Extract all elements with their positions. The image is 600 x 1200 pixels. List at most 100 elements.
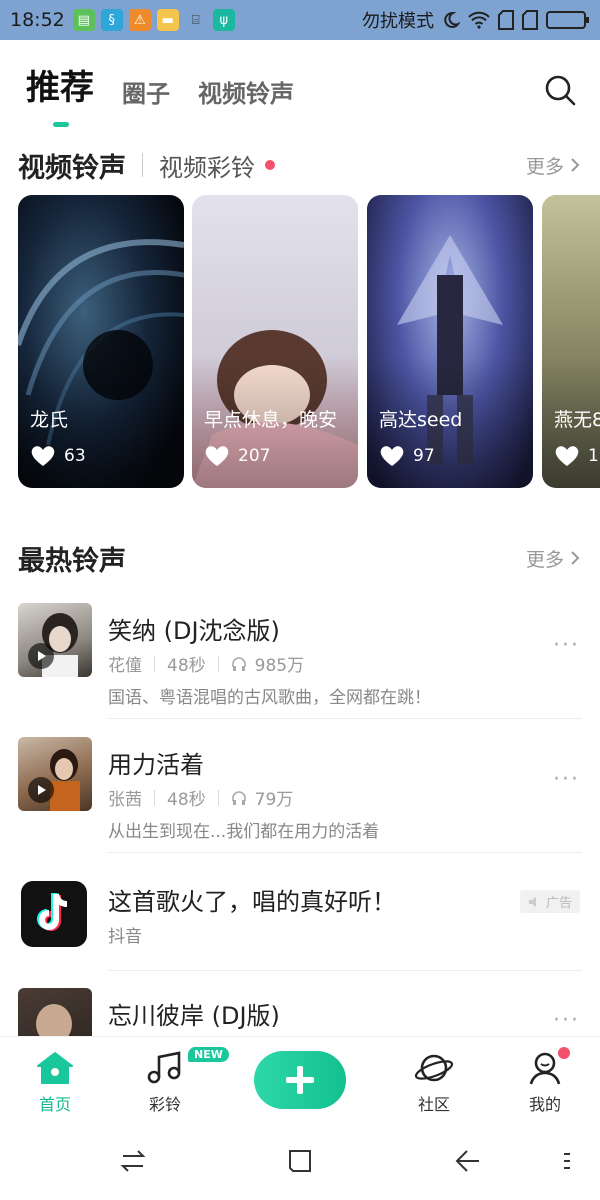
hot-section-header: 最热铃声 更多 (18, 538, 580, 578)
video-card[interactable]: 燕无8 1 (542, 195, 600, 488)
system-nav-bar (0, 1126, 600, 1200)
wifi-icon (468, 11, 490, 29)
song-meta: 花僮 48秒 985万 (108, 651, 304, 676)
notification-dot (265, 160, 275, 170)
song-plays: 79万 (254, 790, 294, 810)
more-options-button[interactable]: ··· (553, 1008, 580, 1033)
card-title: 高达seed (379, 409, 463, 431)
card-likes: 1 (554, 445, 599, 467)
song-title: 用力活着 (108, 751, 204, 779)
heart-icon (555, 446, 579, 466)
app-notification-icon: ▤ (72, 9, 95, 31)
likes-count: 63 (64, 446, 86, 466)
video-card[interactable]: 龙氏 63 (18, 195, 184, 488)
song-description: 从出生到现在...我们都在用力的活着 (108, 822, 380, 842)
moon-icon (442, 11, 460, 29)
song-item[interactable]: 忘川彼岸 (DJ版) ··· (18, 988, 580, 1036)
more-link[interactable]: 更多 (526, 152, 580, 179)
song-thumbnail[interactable] (18, 988, 92, 1036)
song-item[interactable]: 用力活着 张茜 48秒 79万 从出生到现在...我们都在用力的活着 ··· (18, 737, 580, 847)
play-icon (38, 651, 46, 661)
song-title: 笑纳 (DJ沈念版) (108, 617, 280, 645)
notification-dot (558, 1047, 570, 1059)
new-badge: NEW (188, 1047, 229, 1062)
tab-recommend[interactable]: 推荐 (26, 60, 94, 127)
nav-home[interactable]: 首页 (10, 1051, 100, 1115)
search-icon (545, 75, 576, 106)
chevron-right-icon (571, 551, 580, 565)
user-icon (529, 1052, 561, 1085)
heart-icon (205, 446, 229, 466)
play-button[interactable] (28, 777, 54, 803)
divider (108, 718, 582, 719)
brush-icon: ⌸ (191, 12, 200, 28)
more-options-button[interactable]: ··· (553, 633, 580, 658)
battery-icon (546, 10, 590, 30)
video-color-ring-tab[interactable]: 视频彩铃 (159, 148, 255, 183)
play-icon (38, 785, 46, 795)
likes-count: 97 (413, 446, 435, 466)
ad-badge[interactable]: 广告 (519, 890, 580, 913)
home-square-icon[interactable] (285, 1146, 315, 1176)
ad-title: 这首歌火了，唱的真好听！ (108, 888, 396, 916)
card-likes: 207 (204, 445, 270, 467)
song-duration: 48秒 (167, 656, 206, 676)
heart-icon (31, 446, 55, 466)
more-options-button[interactable]: ··· (553, 767, 580, 792)
speaker-icon (528, 896, 536, 907)
chevron-right-icon (571, 158, 580, 172)
tab-recommend-label: 推荐 (26, 68, 94, 108)
back-icon[interactable] (452, 1146, 482, 1176)
tiktok-icon[interactable] (21, 881, 87, 947)
nav-profile[interactable]: 我的 (500, 1051, 590, 1115)
headphones-icon (231, 790, 246, 805)
tab-circle[interactable]: 圈子 (122, 74, 170, 109)
sim-icon (498, 10, 514, 30)
divider (154, 655, 155, 672)
ad-source: 抖音 (108, 927, 142, 947)
divider (154, 789, 155, 806)
folder-icon: ▬ (156, 9, 179, 31)
play-button[interactable] (28, 643, 54, 669)
thumbnail-art (42, 613, 78, 677)
search-button[interactable] (542, 72, 578, 108)
menu-icon[interactable] (552, 1146, 582, 1176)
more-label: 更多 (525, 548, 564, 571)
likes-count: 1 (588, 446, 599, 466)
more-link[interactable]: 更多 (526, 545, 580, 572)
status-bar: 18:52 ▤ § ⚠ ▬ ⌸ ψ 勿扰模式 (0, 0, 600, 40)
divider (142, 153, 143, 177)
card-likes: 97 (379, 445, 435, 467)
likes-count: 207 (238, 446, 271, 466)
nav-community[interactable]: 社区 (389, 1051, 479, 1115)
thumbnail-art (36, 1004, 72, 1036)
heart-icon (380, 446, 404, 466)
song-thumbnail[interactable] (18, 737, 92, 811)
card-likes: 63 (30, 445, 86, 467)
card-title: 燕无8 (554, 409, 600, 431)
headphones-icon (231, 656, 246, 671)
usb-icon: ψ (212, 9, 235, 31)
card-title: 早点休息，晚安 (204, 409, 338, 431)
plus-icon (286, 1066, 314, 1094)
video-card[interactable]: 早点休息，晚安 207 (192, 195, 358, 488)
top-tab-bar: 推荐 圈子 视频铃声 (26, 60, 578, 130)
ad-item[interactable]: 这首歌火了，唱的真好听！ 抖音 广告 (18, 878, 580, 968)
nav-label: 彩铃 (148, 1095, 181, 1114)
divider (108, 852, 582, 853)
sim-icon (522, 10, 538, 30)
warning-icon: ⚠ (128, 9, 151, 31)
switch-icon[interactable] (118, 1146, 148, 1176)
song-item[interactable]: 笑纳 (DJ沈念版) 花僮 48秒 985万 国语、粤语混唱的古风歌曲，全网都在… (18, 603, 580, 713)
tab-video-ringtone[interactable]: 视频铃声 (198, 74, 294, 109)
video-section-header: 视频铃声 视频彩铃 更多 (18, 145, 580, 185)
section-title: 最热铃声 (18, 545, 126, 577)
song-plays: 985万 (254, 656, 305, 676)
section-title: 视频铃声 (18, 152, 126, 184)
song-thumbnail[interactable] (18, 603, 92, 677)
divider (108, 970, 582, 971)
add-button[interactable] (254, 1051, 346, 1109)
song-artist: 张茜 (108, 790, 142, 810)
video-card[interactable]: 高达seed 97 (367, 195, 533, 488)
home-icon (37, 1052, 73, 1084)
